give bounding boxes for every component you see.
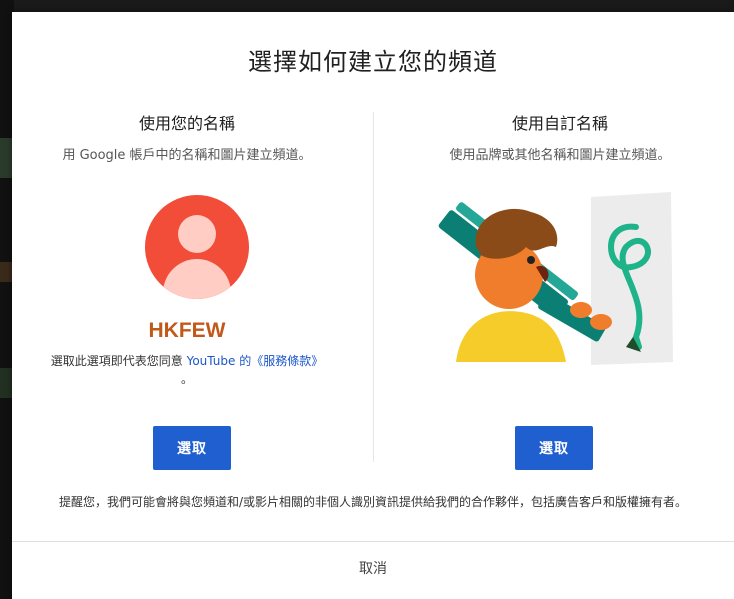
channel-name: HKFEW	[148, 319, 226, 342]
cancel-button[interactable]: 取消	[12, 558, 734, 578]
select-custom-name-button[interactable]: 選取	[515, 426, 593, 470]
option-title: 使用自訂名稱	[511, 114, 608, 133]
select-your-name-button[interactable]: 選取	[153, 426, 231, 470]
avatar-icon	[145, 195, 249, 299]
create-channel-dialog: 選擇如何建立您的頻道 使用您的名稱 用 Google 帳戶中的名稱和圖片建立頻道…	[12, 12, 734, 599]
terms-text: 選取此選項即代表您同意 YouTube 的《服務條款》 。	[17, 352, 357, 388]
option-description: 用 Google 帳戶中的名稱和圖片建立頻道。	[62, 148, 312, 163]
column-divider	[373, 112, 374, 462]
option-description: 使用品牌或其他名稱和圖片建立頻道。	[449, 148, 671, 163]
privacy-notice: 提醒您，我們可能會將與您頻道和/或影片相關的非個人識別資訊提供給我們的合作夥伴，…	[58, 495, 688, 509]
footer-divider	[12, 541, 734, 542]
terms-of-service-link[interactable]: YouTube 的《服務條款》	[187, 354, 324, 368]
terms-prefix: 選取此選項即代表您同意	[50, 354, 187, 368]
option-title: 使用您的名稱	[138, 114, 235, 133]
use-custom-name-option: 使用自訂名稱 使用品牌或其他名稱和圖片建立頻道。	[390, 102, 730, 163]
terms-suffix: 。	[180, 372, 193, 386]
custom-name-illustration-icon	[438, 192, 673, 365]
use-your-name-option: 使用您的名稱 用 Google 帳戶中的名稱和圖片建立頻道。 HKFEW 選取此…	[17, 102, 357, 386]
dialog-title: 選擇如何建立您的頻道	[248, 48, 498, 76]
